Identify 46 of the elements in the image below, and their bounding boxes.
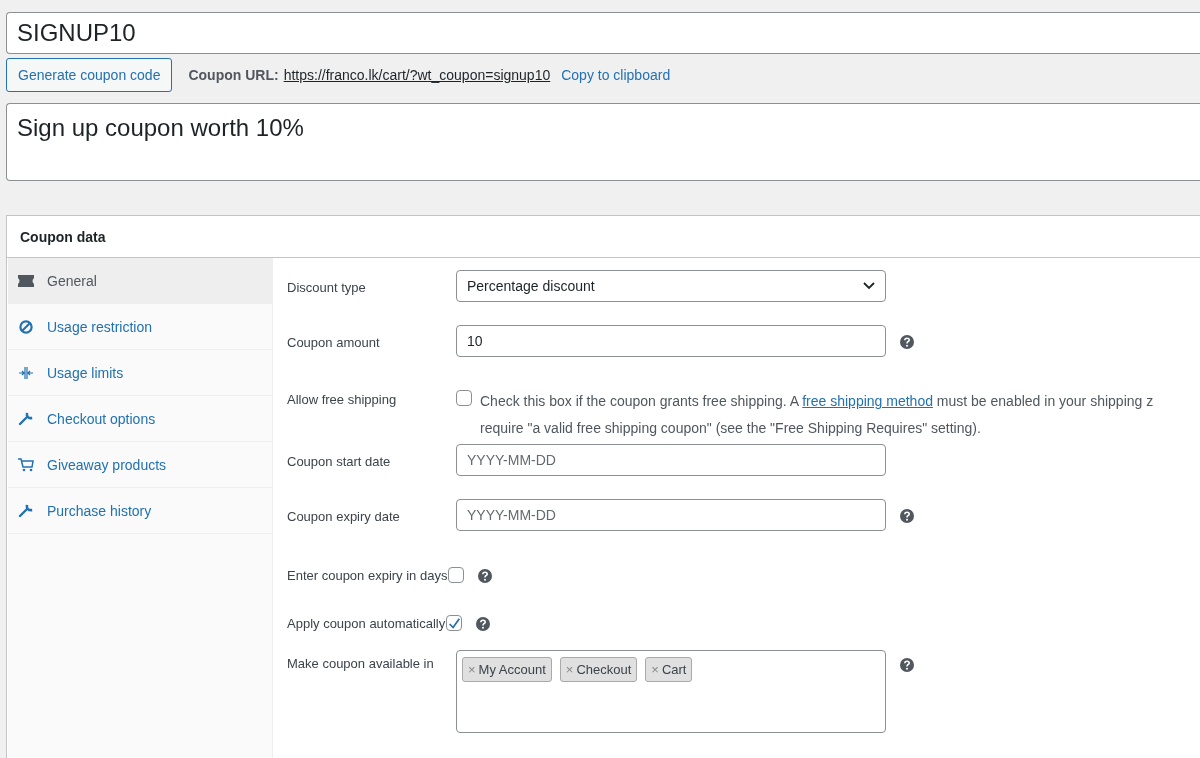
free-shipping-method-link[interactable]: free shipping method (802, 393, 933, 409)
coupon-url-label: Coupon URL: (188, 67, 279, 83)
checkbox[interactable] (446, 615, 463, 631)
input-field[interactable]: 10 (456, 325, 886, 357)
help-icon[interactable] (900, 509, 914, 523)
tag-chip[interactable]: × My Account (462, 657, 552, 682)
field-label: Apply coupon automatically (287, 615, 446, 631)
arrows-in-icon (18, 365, 34, 380)
sidebar-tab[interactable]: General (8, 258, 272, 304)
sidebar-tab[interactable]: Checkout options (8, 396, 272, 442)
sidebar-tab[interactable]: Usage limits (8, 350, 272, 396)
field-label: Enter coupon expiry in days (287, 567, 448, 583)
coupon-url-link[interactable]: https://franco.lk/cart/?wt_coupon=signup10 (283, 67, 551, 83)
generate-coupon-button[interactable]: Generate coupon code (6, 58, 173, 92)
discount-type-select[interactable]: Percentage discount (456, 270, 886, 302)
help-icon[interactable] (476, 617, 491, 631)
help-icon[interactable] (478, 569, 493, 583)
help-icon[interactable] (900, 658, 914, 672)
coupon-code-field[interactable]: SIGNUP10 (6, 12, 1200, 54)
copy-to-clipboard-link[interactable]: Copy to clipboard (561, 67, 671, 83)
ticket-icon (18, 274, 34, 287)
wrench-icon (18, 503, 34, 518)
field-label: Coupon amount (287, 334, 381, 350)
cart-icon (18, 457, 34, 472)
wrench-icon (18, 411, 34, 426)
input-field[interactable]: YYYY-MM-DD (456, 444, 886, 476)
field-label: Discount type (287, 279, 367, 295)
tags-field[interactable]: × My Account × Checkout × Cart (456, 650, 886, 733)
field-label: Make coupon available in (287, 655, 435, 671)
free-shipping-description: Check this box if the coupon grants free shipping. A free shipping method must be enabled in your shipping z require "a valid free shipping coupon" (see the "Free Shipping Requires" setting). (480, 392, 1154, 438)
field-label: Coupon expiry date (287, 508, 401, 524)
input-field[interactable]: YYYY-MM-DD (456, 499, 886, 531)
prohibited-icon (18, 319, 34, 334)
tag-chip[interactable]: × Cart (645, 657, 693, 682)
sidebar-tab[interactable]: Usage restriction (8, 304, 272, 350)
panel-title: Coupon data (20, 228, 106, 245)
field-label: Coupon start date (287, 453, 392, 469)
sidebar-tab[interactable]: Giveaway products (8, 442, 272, 488)
checkbox[interactable] (448, 567, 465, 583)
sidebar-tab[interactable]: Purchase history (8, 488, 272, 534)
checkbox[interactable] (456, 390, 472, 406)
chevron-down-icon (863, 282, 875, 290)
tag-chip[interactable]: × Checkout (559, 657, 638, 682)
description-field[interactable]: Sign up coupon worth 10% (6, 103, 1200, 181)
help-icon[interactable] (900, 335, 914, 349)
field-label: Allow free shipping (287, 391, 398, 407)
